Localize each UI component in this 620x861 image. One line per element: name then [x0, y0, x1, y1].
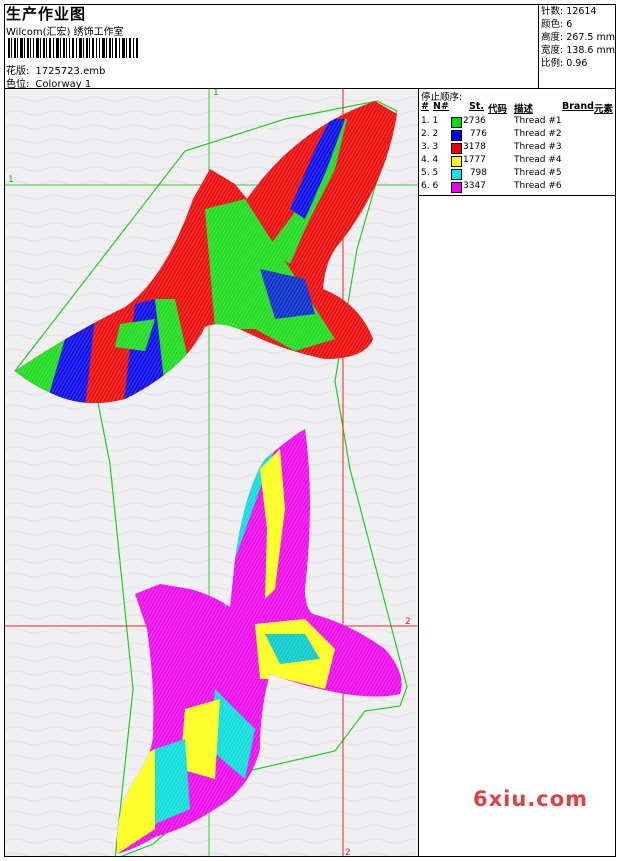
embroidery-preview: 1 1 2 2 [5, 88, 576, 860]
stat-colors: 颜色: 6 [541, 19, 573, 30]
col-header-n: N# [433, 101, 449, 112]
col-header-desc: 描述 [514, 104, 534, 115]
thread-row: 2. 2 776 Thread #2 [421, 129, 562, 141]
thread-row: 4. 4 1777 Thread #4 [421, 155, 562, 167]
site-watermark: 6xiu.com [473, 787, 589, 811]
thread-row: 1. 1 2736 Thread #1 [421, 116, 562, 128]
barcode [8, 38, 138, 58]
col-header-element: 元素 [594, 104, 614, 115]
stat-height: 高度: 267.5 mm [541, 32, 615, 43]
thread-table-bottom [418, 195, 616, 196]
guide-label-red-v: 2 [345, 848, 351, 856]
panel-divider [418, 88, 419, 857]
col-header-stitches: St. [469, 101, 484, 112]
header-divider [538, 4, 539, 88]
color-swatch [451, 156, 462, 167]
color-swatch [451, 130, 462, 141]
design-stats: 针数: 12614 颜色: 6 高度: 267.5 mm 宽度: 138.6 m… [541, 5, 615, 70]
design-canvas: 1 1 2 2 [5, 88, 576, 860]
guide-label-red-h: 2 [405, 617, 411, 627]
guide-label-green-h: 1 [8, 175, 14, 185]
color-swatch [451, 117, 462, 128]
col-header-brand: Brand [562, 101, 594, 112]
stat-stitches: 针数: 12614 [541, 6, 597, 17]
col-header-code: 代码 [488, 104, 508, 115]
page-title: 生产作业图 [6, 5, 87, 23]
thread-row: 3. 3 3178 Thread #3 [421, 142, 562, 154]
guide-label-green-v: 1 [213, 89, 219, 98]
stat-width: 宽度: 138.6 mm [541, 45, 615, 56]
color-swatch [451, 182, 462, 193]
company-name: Wilcom(汇宏) 绣饰工作室 [6, 27, 124, 38]
color-swatch [451, 143, 462, 154]
thread-row: 6. 6 3347 Thread #6 [421, 181, 562, 193]
col-header-num: # [421, 101, 429, 112]
thread-row: 5. 5 798 Thread #5 [421, 168, 562, 180]
color-swatch [451, 169, 462, 180]
stat-scale: 比例: 0.96 [541, 58, 588, 69]
